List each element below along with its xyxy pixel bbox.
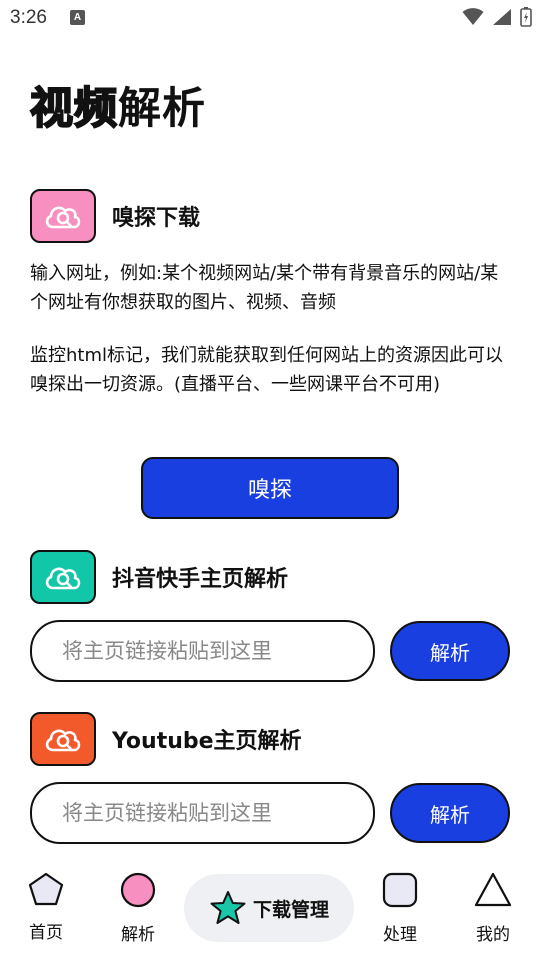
cloud-search-icon	[30, 712, 96, 766]
douyin-title: 抖音快手主页解析	[112, 567, 289, 592]
douyin-section: 抖音快手主页解析	[30, 550, 288, 604]
battery-icon	[520, 7, 532, 27]
youtube-title: Youtube主页解析	[112, 729, 302, 754]
nav-process[interactable]: 处理	[360, 872, 440, 945]
page-title: 视频解析	[29, 74, 206, 136]
youtube-section: Youtube主页解析	[30, 712, 302, 766]
youtube-url-input[interactable]	[30, 782, 375, 844]
douyin-url-input[interactable]	[30, 620, 375, 682]
nav-download-manager[interactable]: 下载管理	[184, 874, 354, 942]
sniff-button[interactable]: 嗅探	[141, 457, 399, 519]
status-bar: 3:26 A	[0, 0, 540, 36]
nav-mine-label: 我的	[476, 925, 510, 945]
cloud-search-icon	[30, 550, 96, 604]
nav-home[interactable]: 首页	[6, 872, 86, 943]
status-icons	[462, 7, 532, 27]
sniff-title: 嗅探下载	[112, 206, 201, 231]
nav-home-label: 首页	[29, 923, 63, 943]
status-time: 3:26	[10, 7, 47, 28]
nav-mine[interactable]: 我的	[453, 872, 533, 945]
page-title-outline: 视频	[29, 83, 118, 135]
sniff-description-1: 输入网址，例如:某个视频网站/某个带有背景音乐的网站/某个网址有你想获取的图片、…	[30, 263, 499, 313]
rounded-square-icon	[382, 872, 418, 908]
nav-parse-label: 解析	[121, 925, 155, 945]
wifi-icon	[462, 8, 484, 25]
youtube-parse-button[interactable]: 解析	[390, 783, 510, 843]
douyin-parse-button[interactable]: 解析	[390, 621, 510, 681]
circle-icon	[120, 872, 156, 908]
sniff-description-2: 监控html标记，我们就能获取到任何网站上的资源因此可以嗅探出一切资源。(直播平…	[30, 345, 503, 395]
bottom-nav: 首页 解析 下载管理 处理 我的	[0, 862, 540, 960]
nav-process-label: 处理	[383, 925, 417, 945]
notification-icon: A	[70, 10, 85, 25]
nav-download-label: 下载管理	[252, 898, 329, 921]
page-title-solid: 解析	[118, 84, 206, 134]
sniff-section: 嗅探下载	[30, 189, 200, 243]
pentagon-icon	[28, 872, 64, 906]
signal-icon	[493, 9, 511, 25]
nav-parse[interactable]: 解析	[98, 872, 178, 945]
star-icon	[210, 891, 246, 924]
triangle-icon	[474, 872, 512, 907]
cloud-search-icon	[30, 189, 96, 243]
